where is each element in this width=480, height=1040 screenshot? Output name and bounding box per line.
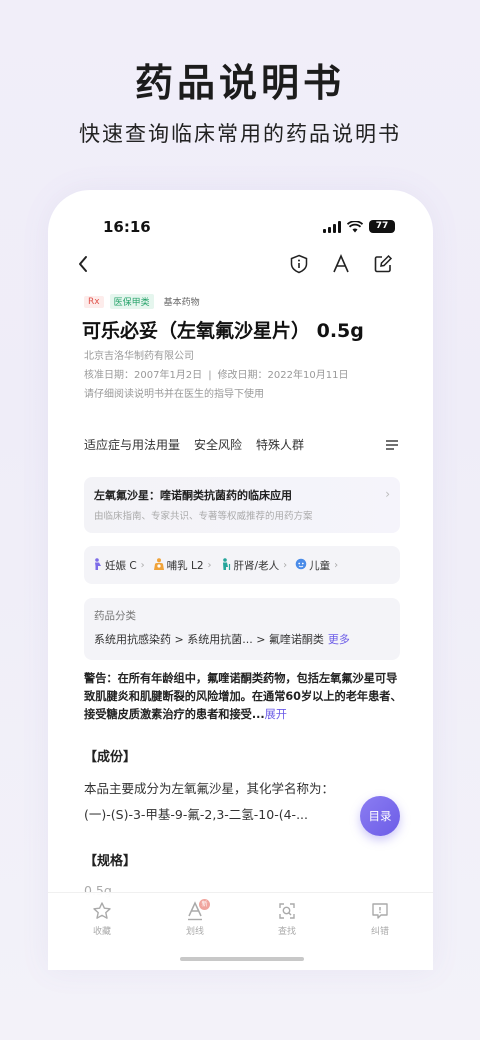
spec-heading: 【规格】 bbox=[84, 854, 137, 869]
population-label: 妊娠 C bbox=[105, 559, 137, 572]
chevron-right-icon: › bbox=[207, 559, 212, 571]
promo-subtitle: 快速查询临床常用的药品说明书 bbox=[79, 122, 401, 146]
approval-date: 核准日期：2007年1月2日 bbox=[84, 370, 203, 381]
find-icon bbox=[279, 903, 295, 919]
population-breastfeeding[interactable]: 哺乳 L2 › bbox=[153, 557, 212, 573]
population-label: 哺乳 L2 bbox=[166, 559, 204, 572]
pregnancy-icon bbox=[92, 557, 103, 573]
classification-more-link[interactable]: 更多 bbox=[328, 633, 350, 646]
tab-special-population[interactable]: 特殊人群 bbox=[256, 436, 304, 453]
tag-rx: Rx bbox=[84, 295, 104, 308]
report-icon bbox=[372, 903, 388, 919]
drug-title: 可乐必妥（左氧氟沙星片） 0.5g bbox=[82, 320, 364, 342]
composition-line: 本品主要成分为左氧氟沙星，其化学名称为： bbox=[84, 781, 335, 796]
status-icons: 77 bbox=[323, 220, 395, 233]
warning-expand-link[interactable]: 展开 bbox=[265, 708, 287, 721]
find-label: 查找 bbox=[277, 927, 296, 937]
tab-safety-risk[interactable]: 安全风险 bbox=[194, 436, 242, 453]
breastfeeding-icon bbox=[153, 557, 165, 573]
composition-heading: 【成份】 bbox=[84, 750, 137, 765]
new-badge: 新 bbox=[199, 899, 210, 910]
revision-date: 修改日期：2022年10月11日 bbox=[217, 370, 349, 381]
highlight-button[interactable]: 新 划线 bbox=[165, 899, 225, 937]
composition-text: 本品主要成分为左氧氟沙星，其化学名称为： (一)-(S)-3-甲基-9-氟-2,… bbox=[84, 776, 402, 828]
battery-icon: 77 bbox=[369, 220, 395, 233]
drug-tags: Rx 医保甲类 基本药物 bbox=[84, 294, 204, 309]
classification-path-text: 系统用抗感染药 > 系统用抗菌... > 氟喹诺酮类 bbox=[94, 633, 324, 646]
tag-insurance: 医保甲类 bbox=[109, 294, 154, 309]
dates: 核准日期：2007年1月2日 | 修改日期：2022年10月11日 bbox=[84, 370, 349, 381]
population-pregnancy[interactable]: 妊娠 C › bbox=[92, 557, 145, 573]
section-tabs: 适应症与用法用量 安全风险 特殊人群 bbox=[84, 436, 399, 453]
signal-icon bbox=[323, 220, 341, 233]
menu-icon[interactable] bbox=[385, 439, 399, 451]
home-indicator bbox=[180, 957, 304, 961]
info-icon[interactable] bbox=[289, 254, 309, 274]
advice-text: 请仔细阅读说明书并在医生的指导下使用 bbox=[84, 389, 264, 400]
star-icon bbox=[93, 902, 111, 919]
population-label: 儿童 bbox=[309, 559, 331, 572]
drug-classification-card: 药品分类 系统用抗感染药 > 系统用抗菌... > 氟喹诺酮类 更多 bbox=[84, 598, 400, 660]
font-size-icon[interactable] bbox=[331, 254, 351, 274]
phone-frame: 16:16 77 Rx 医保甲类 基本药物 可乐必妥（左氧氟沙星片） 0.5g … bbox=[48, 190, 433, 970]
edit-icon[interactable] bbox=[373, 254, 393, 274]
population-elderly[interactable]: 肝肾/老人 › bbox=[220, 557, 288, 573]
wifi-icon bbox=[347, 220, 363, 232]
composition-line: (一)-(S)-3-甲基-9-氟-2,3-二氢-10-(4-... bbox=[84, 807, 308, 822]
child-icon bbox=[295, 558, 307, 573]
favorite-button[interactable]: 收藏 bbox=[72, 901, 132, 937]
nav-bar bbox=[48, 254, 433, 280]
warning-text: 警告：在所有年龄组中，氟喹诺酮类药物，包括左氧氟沙星可导致肌腱炎和肌腱断裂的风险… bbox=[84, 670, 402, 724]
status-time: 16:16 bbox=[103, 218, 151, 236]
toc-button[interactable]: 目录 bbox=[360, 796, 400, 836]
report-error-button[interactable]: 纠错 bbox=[350, 901, 410, 937]
classification-path: 系统用抗感染药 > 系统用抗菌... > 氟喹诺酮类 更多 bbox=[94, 631, 350, 647]
guide-subtitle: 由临床指南、专家共识、专著等权威推荐的用药方案 bbox=[94, 511, 313, 522]
warning-body: 警告：在所有年龄组中，氟喹诺酮类药物，包括左氧氟沙星可导致肌腱炎和肌腱断裂的风险… bbox=[84, 672, 402, 721]
chevron-right-icon: › bbox=[283, 559, 288, 571]
population-child[interactable]: 儿童 › bbox=[295, 558, 338, 573]
population-card: 妊娠 C › 哺乳 L2 › 肝肾/老人 › 儿童 › bbox=[84, 546, 400, 584]
highlight-label: 划线 bbox=[185, 927, 204, 937]
manufacturer: 北京吉洛华制药有限公司 bbox=[84, 351, 194, 362]
clinical-guide-card[interactable]: 左氧氟沙星：喹诺酮类抗菌药的临床应用 由临床指南、专家共识、专著等权威推荐的用药… bbox=[84, 477, 400, 533]
guide-title: 左氧氟沙星：喹诺酮类抗菌药的临床应用 bbox=[94, 489, 292, 502]
status-bar: 16:16 77 bbox=[48, 218, 433, 238]
chevron-right-icon: › bbox=[334, 559, 339, 571]
report-error-label: 纠错 bbox=[370, 927, 389, 937]
promo-title: 药品说明书 bbox=[134, 61, 345, 105]
back-icon[interactable] bbox=[76, 254, 90, 274]
favorite-label: 收藏 bbox=[92, 927, 111, 937]
chevron-right-icon: › bbox=[385, 487, 390, 501]
elderly-icon bbox=[220, 557, 232, 573]
tag-basic-drug: 基本药物 bbox=[163, 298, 200, 308]
find-button[interactable]: 查找 bbox=[257, 901, 317, 937]
chevron-right-icon: › bbox=[140, 559, 145, 571]
classification-label: 药品分类 bbox=[94, 610, 136, 622]
population-label: 肝肾/老人 bbox=[233, 559, 280, 572]
tab-indications[interactable]: 适应症与用法用量 bbox=[84, 436, 180, 453]
